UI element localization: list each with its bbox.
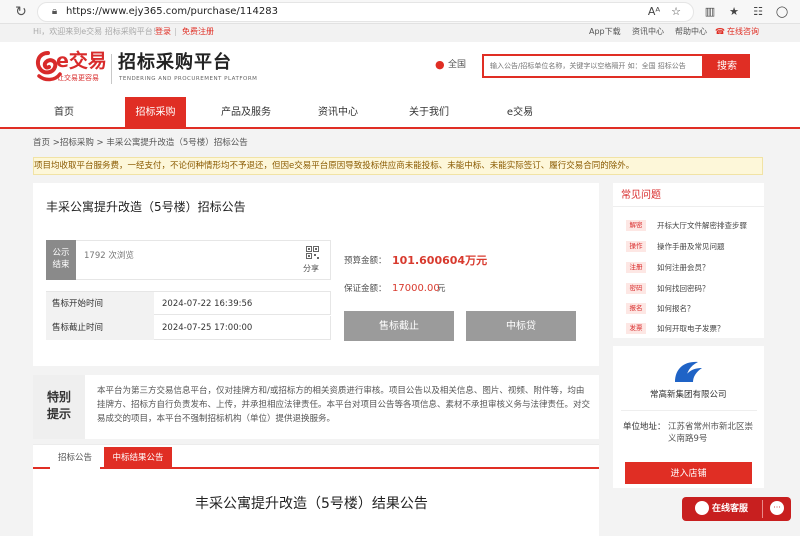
- bid-loan-button[interactable]: 中标贷: [466, 311, 576, 341]
- search-button[interactable]: 搜索: [704, 54, 750, 78]
- location-selector[interactable]: 全国: [448, 60, 466, 71]
- extensions-icon[interactable]: ☷: [750, 4, 766, 20]
- announcement-title: 丰采公寓提升改造（5号楼）招标公告: [46, 200, 246, 214]
- sale-closed-button[interactable]: 售标截止: [344, 311, 454, 341]
- chat-bubble-icon[interactable]: ···: [770, 501, 784, 515]
- faq-tag: 注册: [626, 262, 646, 273]
- nav-home[interactable]: 首页: [35, 97, 93, 129]
- budget-label: 预算金额：: [344, 256, 387, 266]
- favorite-star-icon[interactable]: ☆: [668, 4, 684, 20]
- nav-about[interactable]: 关于我们: [398, 97, 460, 129]
- profile-icon[interactable]: ◯: [774, 4, 790, 20]
- divider: |: [174, 27, 177, 36]
- deposit-value: 17000.00: [392, 283, 440, 294]
- faq-tag: 解密: [626, 220, 646, 231]
- search-input[interactable]: [486, 58, 700, 74]
- deposit-unit: 元: [437, 284, 446, 294]
- company-name[interactable]: 常高新集团有限公司: [650, 390, 727, 401]
- online-consult-link[interactable]: 在线咨询: [727, 26, 759, 38]
- service-divider: [762, 500, 763, 518]
- greeting-text: Hi，欢迎来到e交易 招标采购平台！: [33, 27, 161, 36]
- status-line-2: 结束: [52, 260, 70, 270]
- enter-store-button[interactable]: 进入店铺: [625, 462, 752, 484]
- reader-mode-icon[interactable]: Aᴬ: [646, 4, 662, 20]
- service-avatar-icon: [695, 501, 709, 515]
- faq-item[interactable]: 开标大厅文件解密排查步骤: [657, 220, 747, 231]
- tab-tender-announcement[interactable]: 招标公告: [50, 447, 100, 469]
- notice-banner: 项目均收取平台服务费，一经支付，不论何种情形均不予退还，但因e交易平台原因导致投…: [33, 157, 763, 175]
- sale-end-value: 2024-07-25 17:00:00: [162, 323, 253, 333]
- logo-slogan: 让交易更容易: [57, 74, 99, 82]
- nav-ejy[interactable]: e交易: [495, 97, 545, 129]
- faq-tag: 发票: [626, 323, 646, 334]
- sale-start-label: 售标开始时间: [46, 292, 154, 316]
- location-pin-icon[interactable]: ●: [435, 59, 445, 71]
- faq-tag: 操作: [626, 241, 646, 252]
- breadcrumb[interactable]: 首页 >招标采购 > 丰采公寓提升改造（5号楼）招标公告: [33, 138, 248, 149]
- favorites-icon[interactable]: ★: [726, 4, 742, 20]
- faq-title: 常见问题: [621, 190, 661, 201]
- company-address: 江苏省常州市新北区崇义南路9号: [668, 422, 754, 444]
- login-link[interactable]: 登录: [155, 26, 171, 38]
- company-address-label: 单位地址：: [623, 422, 666, 432]
- headset-icon: ☎︎: [715, 27, 725, 36]
- status-badge: 公示 结束: [46, 240, 76, 280]
- online-service-label[interactable]: 在线客服: [712, 503, 748, 515]
- share-label[interactable]: 分享: [303, 264, 319, 274]
- app-download-link[interactable]: App下载: [589, 26, 621, 38]
- special-notice-text: 本平台为第三方交易信息平台，仅对挂牌方和/或招标方的相关资质进行审核。项目公告以…: [97, 386, 591, 424]
- url-text[interactable]: https://www.ejy365.com/purchase/114283: [66, 4, 278, 19]
- view-count: 1792 次浏览: [84, 251, 134, 261]
- split-screen-icon[interactable]: ▥: [702, 4, 718, 20]
- company-logo-icon: [675, 361, 702, 382]
- logo-text[interactable]: e交易: [56, 50, 107, 72]
- status-line-1: 公示: [52, 248, 70, 258]
- budget-value: 101.600604万元: [392, 254, 488, 267]
- sale-start-value: 2024-07-22 16:39:56: [162, 299, 253, 309]
- faq-divider: [613, 206, 764, 207]
- news-center-link[interactable]: 资讯中心: [632, 26, 664, 38]
- sale-end-label: 售标截止时间: [46, 316, 154, 340]
- nav-news[interactable]: 资讯中心: [307, 97, 369, 129]
- tab-result-announcement[interactable]: 中标结果公告: [104, 447, 172, 469]
- reload-icon[interactable]: ↻: [12, 3, 30, 21]
- faq-item[interactable]: 如何开取电子发票？: [657, 323, 725, 334]
- faq-item[interactable]: 如何注册会员？: [657, 262, 710, 273]
- faq-item[interactable]: 如何找回密码？: [657, 283, 710, 294]
- nav-tendering[interactable]: 招标采购: [125, 97, 186, 129]
- faq-tag: 报名: [626, 303, 646, 314]
- result-title: 丰采公寓提升改造（5号楼）结果公告: [195, 496, 428, 512]
- company-divider: [621, 410, 757, 411]
- special-notice-title: 特别提示: [46, 390, 71, 421]
- qr-share-icon[interactable]: [306, 246, 319, 259]
- help-center-link[interactable]: 帮助中心: [675, 26, 707, 38]
- logo-divider: [111, 54, 112, 84]
- deposit-label: 保证金额：: [344, 284, 387, 294]
- register-link[interactable]: 免费注册: [182, 26, 214, 38]
- nav-products[interactable]: 产品及服务: [208, 97, 284, 129]
- platform-title: 招标采购平台: [118, 52, 232, 73]
- top-utility-bar: Hi，欢迎来到e交易 招标采购平台！ 登录 | 免费注册 App下载 资讯中心 …: [0, 24, 800, 42]
- platform-en-title: TENDERING AND PROCUREMENT PLATFORM: [119, 76, 258, 82]
- lock-icon[interactable]: 🔒︎: [48, 5, 61, 18]
- faq-item[interactable]: 如何报名？: [657, 303, 695, 314]
- faq-tag: 密码: [626, 283, 646, 294]
- faq-item[interactable]: 操作手册及常见问题: [657, 241, 725, 252]
